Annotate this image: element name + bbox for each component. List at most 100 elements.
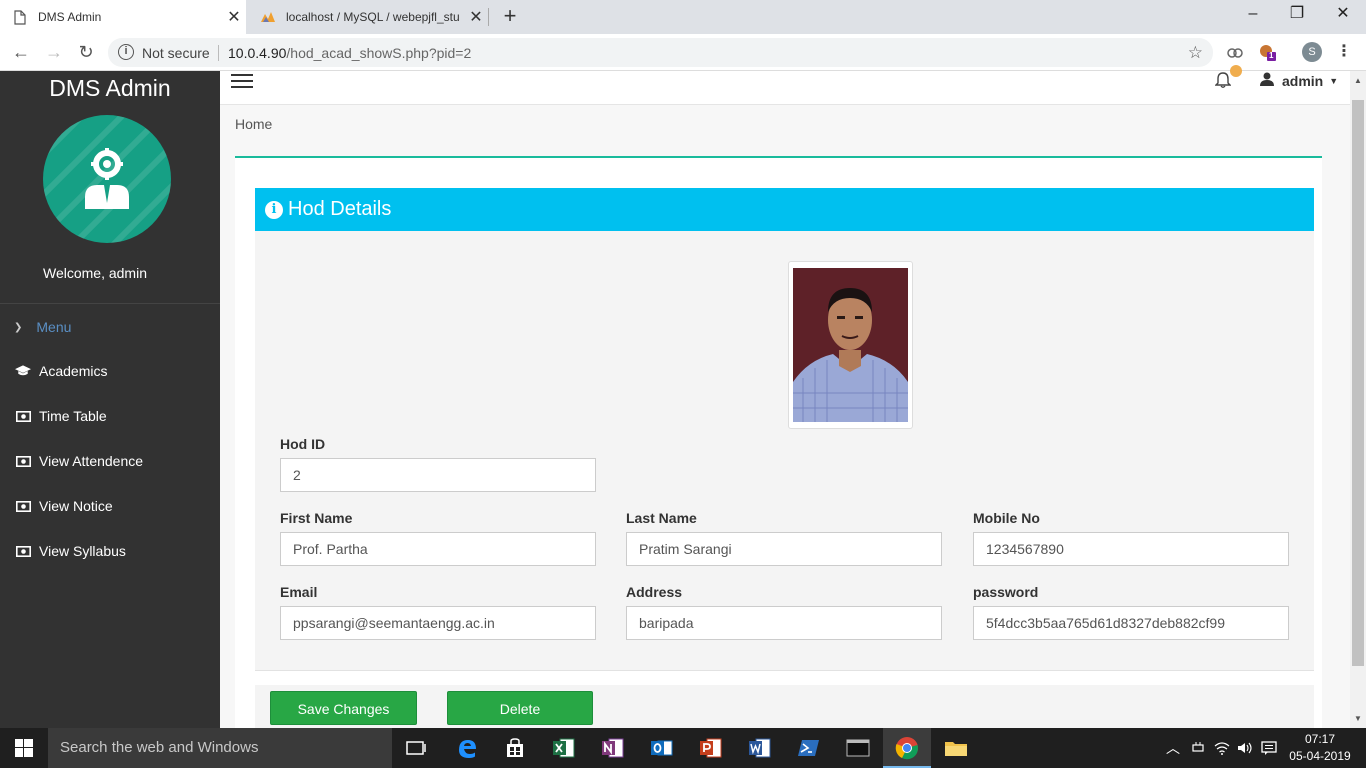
last-name-label: Last Name xyxy=(626,510,697,526)
command-prompt-icon[interactable] xyxy=(846,736,870,760)
sidebar-item-view-notice[interactable]: View Notice xyxy=(15,498,113,514)
address-label: Address xyxy=(626,584,683,600)
power-plug-icon[interactable] xyxy=(1190,728,1206,768)
back-arrow-icon[interactable]: ← xyxy=(9,40,33,64)
edge-browser-icon[interactable] xyxy=(455,736,479,760)
mobile-label: Mobile No xyxy=(973,510,1040,526)
url-text[interactable]: 10.0.4.90/hod_acad_showS.php?pid=2 xyxy=(228,45,471,61)
extension-icon[interactable]: 1 xyxy=(1258,43,1278,63)
powershell-icon[interactable] xyxy=(797,736,821,760)
extension-badge: 1 xyxy=(1269,51,1274,60)
close-window-button[interactable]: ✕ xyxy=(1320,0,1366,30)
forward-arrow-icon[interactable]: → xyxy=(42,40,66,64)
chrome-icon[interactable] xyxy=(895,736,919,760)
browser-tabstrip: DMS Admin ✕ localhost / MySQL / webepjfl… xyxy=(0,0,1366,34)
info-icon[interactable]: i xyxy=(118,44,134,60)
clock-time: 07:17 xyxy=(1304,732,1336,746)
clock-date: 05-04-2019 xyxy=(1289,749,1351,763)
sidebar: DMS Admin Welcome, admin ❯ Menu Academic… xyxy=(0,71,220,728)
scroll-up-arrow-icon[interactable]: ▲ xyxy=(1350,73,1366,89)
bookmark-star-icon[interactable]: ☆ xyxy=(1188,43,1203,63)
restore-button[interactable]: ❐ xyxy=(1274,0,1320,30)
sidebar-item-label: View Attendence xyxy=(39,453,144,469)
hod-photo-frame xyxy=(788,261,913,429)
sidebar-item-view-attendence[interactable]: View Attendence xyxy=(15,453,143,469)
caret-down-icon: ▼ xyxy=(1329,75,1339,86)
money-icon xyxy=(15,410,31,422)
panel-body: Hod ID First Name Last Name Mobile No Em… xyxy=(255,231,1314,671)
tab-phpmyadmin[interactable]: localhost / MySQL / webepjfl_stu ✕ xyxy=(248,0,488,34)
word-icon[interactable] xyxy=(748,736,772,760)
taskbar-clock[interactable]: 07:17 05-04-2019 xyxy=(1288,731,1352,765)
scroll-down-arrow-icon[interactable]: ▼ xyxy=(1350,711,1366,727)
admin-avatar xyxy=(43,115,171,243)
address-bar[interactable]: i Not secure 10.0.4.90/hod_acad_showS.ph… xyxy=(108,38,1213,67)
save-changes-button[interactable]: Save Changes xyxy=(270,691,417,725)
close-tab-icon[interactable]: ✕ xyxy=(222,7,246,27)
menu-label: Menu xyxy=(36,319,72,335)
user-menu[interactable]: admin ▼ xyxy=(1260,72,1338,89)
info-circle-icon: i xyxy=(265,200,283,219)
user-name: admin xyxy=(1282,72,1324,89)
sidebar-item-label: Academics xyxy=(39,363,108,379)
powerpoint-icon[interactable] xyxy=(699,736,723,760)
password-field[interactable] xyxy=(973,606,1289,640)
top-navbar: admin ▼ xyxy=(220,65,1350,105)
hamburger-menu-icon[interactable] xyxy=(231,74,253,90)
graduation-cap-icon xyxy=(15,365,31,377)
panel-header: i Hod Details xyxy=(255,188,1314,231)
email-field[interactable] xyxy=(280,606,596,640)
money-icon xyxy=(15,500,31,512)
email-label: Email xyxy=(280,584,318,600)
task-view-icon[interactable] xyxy=(404,736,428,760)
profile-avatar[interactable]: S xyxy=(1302,42,1322,62)
security-label[interactable]: Not secure xyxy=(142,45,210,61)
close-tab-icon[interactable]: ✕ xyxy=(464,7,488,27)
wifi-icon[interactable] xyxy=(1214,728,1230,768)
tray-chevron-up-icon[interactable]: ︿ xyxy=(1166,728,1180,768)
tab-title: localhost / MySQL / webepjfl_stu xyxy=(286,10,460,24)
more-menu-icon[interactable]: ⋮ xyxy=(1334,42,1354,62)
user-icon xyxy=(1260,72,1274,89)
tab-dms-admin[interactable]: DMS Admin ✕ xyxy=(0,0,246,34)
breadcrumb[interactable]: Home xyxy=(235,116,272,132)
scrollbar-thumb[interactable] xyxy=(1352,100,1364,666)
sidebar-item-academics[interactable]: Academics xyxy=(15,363,107,379)
mobile-field[interactable] xyxy=(973,532,1289,566)
menu-toggle[interactable]: ❯ Menu xyxy=(14,319,71,335)
volume-icon[interactable] xyxy=(1237,728,1253,768)
hod-id-field[interactable] xyxy=(280,458,596,492)
url-path: /hod_acad_showS.php?pid=2 xyxy=(286,45,472,61)
first-name-field[interactable] xyxy=(280,532,596,566)
panel-title: Hod Details xyxy=(288,198,392,220)
sidebar-item-view-syllabus[interactable]: View Syllabus xyxy=(15,543,126,559)
welcome-text: Welcome, admin xyxy=(42,265,147,281)
bell-icon[interactable] xyxy=(1214,71,1232,89)
store-icon[interactable] xyxy=(503,736,527,760)
cloud-extension-icon[interactable] xyxy=(1226,43,1246,63)
hod-panel: i Hod Details Hod ID 2 First Name Prof. … xyxy=(235,156,1322,756)
chevron-down-icon: ❯ xyxy=(14,321,23,333)
delete-button[interactable]: Delete xyxy=(447,691,593,725)
sidebar-item-label: View Notice xyxy=(39,498,113,514)
windows-start-button[interactable] xyxy=(0,728,48,768)
sidebar-item-label: View Syllabus xyxy=(39,543,126,559)
minimize-button[interactable]: – xyxy=(1230,0,1276,30)
outlook-icon[interactable] xyxy=(650,736,674,760)
money-icon xyxy=(15,545,31,557)
reload-icon[interactable]: ↻ xyxy=(74,40,98,64)
last-name-field[interactable] xyxy=(626,532,942,566)
notifications-icon[interactable] xyxy=(1261,728,1277,768)
file-explorer-icon[interactable] xyxy=(944,736,968,760)
browser-toolbar: ← → ↻ i Not secure 10.0.4.90/hod_acad_sh… xyxy=(0,34,1366,71)
excel-icon[interactable] xyxy=(552,736,576,760)
address-field[interactable] xyxy=(626,606,942,640)
sidebar-item-time-table[interactable]: Time Table xyxy=(15,408,107,424)
taskbar-search-box[interactable]: Search the web and Windows xyxy=(48,728,392,768)
windows-logo-icon xyxy=(15,739,33,757)
onenote-icon[interactable] xyxy=(601,736,625,760)
brand-title[interactable]: DMS Admin xyxy=(0,75,220,102)
sidebar-divider xyxy=(0,303,220,304)
new-tab-button[interactable]: + xyxy=(498,4,522,28)
password-label: password xyxy=(973,584,1039,600)
